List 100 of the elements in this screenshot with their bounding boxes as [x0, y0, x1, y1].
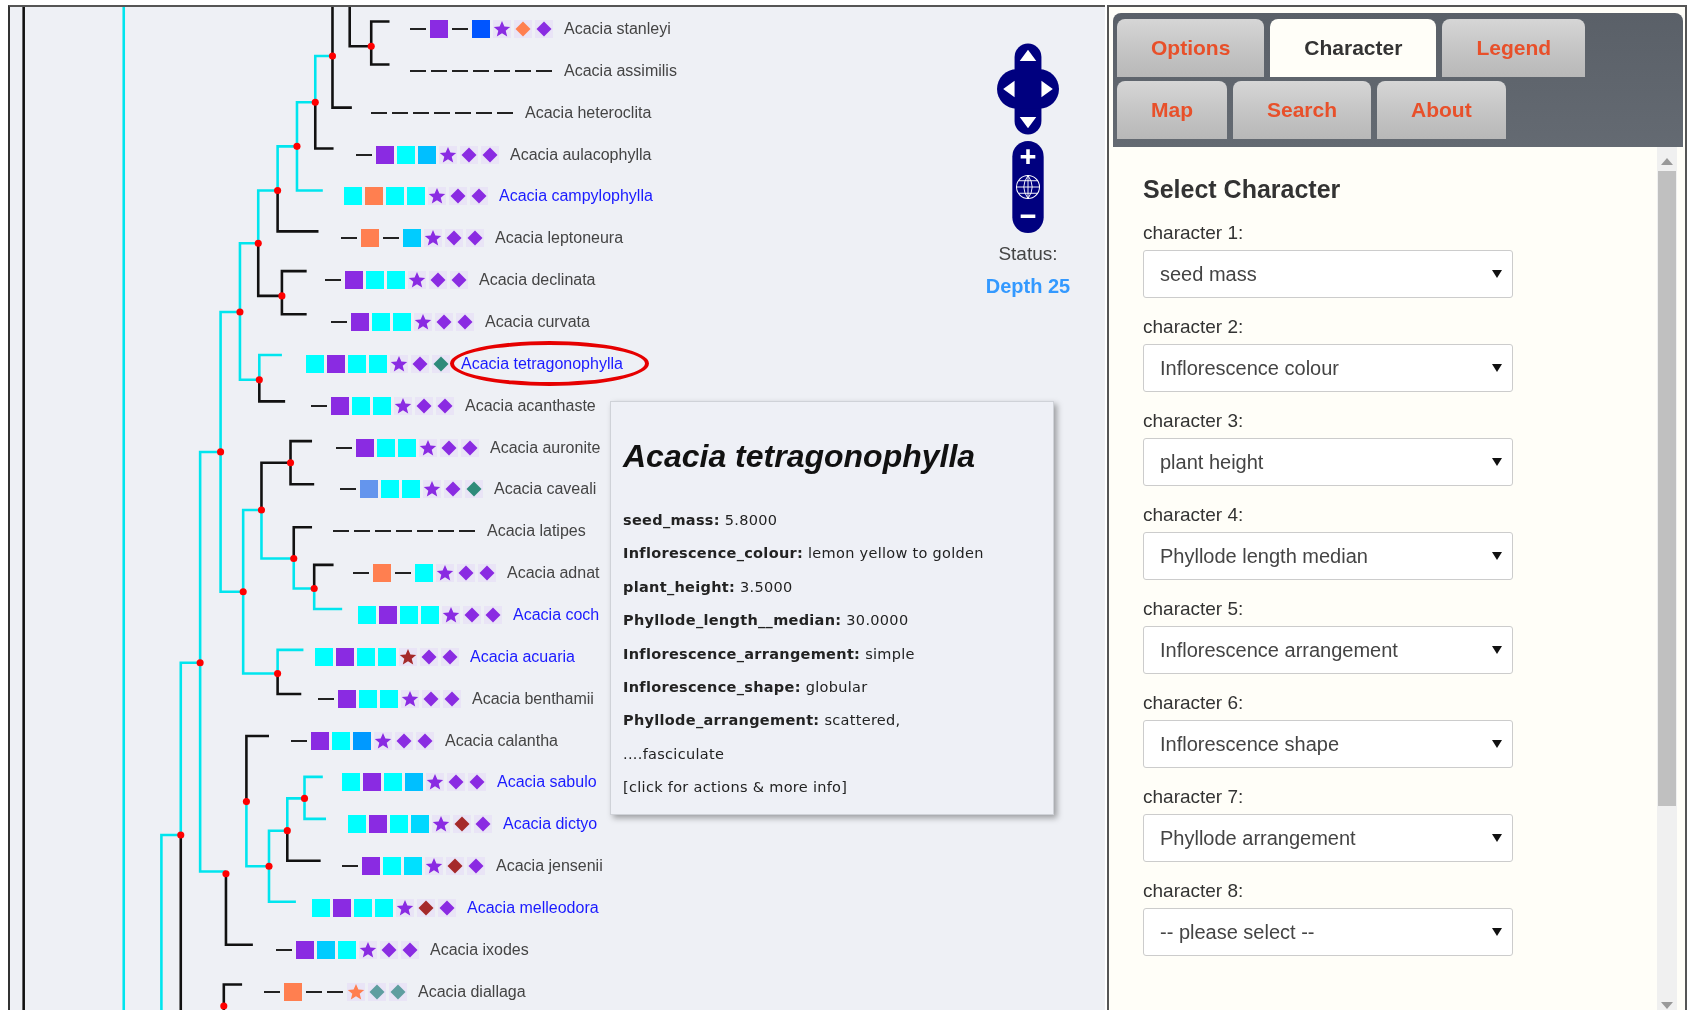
species-name: Acacia aulacophylla [510, 144, 652, 165]
missing-dash [311, 404, 327, 407]
tree-branch [369, 20, 390, 66]
node-dot[interactable] [196, 659, 204, 667]
node-dot[interactable] [311, 98, 319, 106]
missing-dash [431, 69, 447, 72]
missing-dash [438, 530, 454, 533]
dropdown-arrow-icon [1492, 834, 1502, 842]
field-label: character 7: [1143, 786, 1245, 808]
node-dot[interactable] [257, 506, 265, 514]
missing-dash [291, 739, 307, 742]
node-dot[interactable] [217, 448, 225, 456]
species-link[interactable]: Acacia tetragonophylla [461, 353, 623, 374]
missing-dash [452, 69, 468, 72]
character-dropdown[interactable]: Inflorescence arrangement [1143, 626, 1513, 674]
node-dot[interactable] [283, 827, 291, 835]
character-dropdown[interactable]: -- please select -- [1143, 908, 1513, 956]
field-label: character 3: [1143, 410, 1245, 432]
field-label: character 6: [1143, 692, 1245, 714]
dropdown-arrow-icon [1492, 552, 1502, 560]
scrollbar[interactable] [1657, 147, 1677, 1010]
species-link[interactable]: Acacia dictyo [503, 814, 598, 835]
field-label: character 2: [1143, 316, 1245, 338]
node-dot[interactable] [236, 308, 244, 316]
species-link[interactable]: Acacia melleodora [467, 897, 599, 918]
species-name: Acacia caveali [494, 479, 597, 500]
species-name: Acacia declinata [479, 270, 596, 291]
species-name: Acacia adnat [507, 563, 600, 584]
character-dropdown[interactable]: Inflorescence colour [1143, 344, 1513, 392]
scroll-thumb[interactable] [1658, 171, 1676, 806]
missing-dash [375, 530, 391, 533]
node-dot[interactable] [328, 52, 337, 60]
character-dropdown[interactable]: Phyllode length median [1143, 532, 1513, 580]
node-dot[interactable] [254, 239, 262, 247]
missing-dash [341, 237, 357, 240]
node-dot[interactable] [274, 670, 282, 678]
missing-dash [336, 446, 352, 449]
node-dot[interactable] [222, 870, 230, 878]
attribute-line: Inflorescence_shape: globular [623, 677, 868, 698]
zoom-control[interactable] [1012, 141, 1044, 233]
attribute-line: plant_height: 3.5000 [623, 577, 793, 598]
tree-branch [303, 775, 328, 821]
tooltip-card[interactable] [610, 401, 1054, 815]
species-link[interactable]: Acacia acuaria [470, 646, 575, 667]
dropdown-arrow-icon [1492, 270, 1502, 278]
attribute-line: Inflorescence_colour: lemon yellow to golden [623, 544, 984, 564]
field-label: character 8: [1143, 880, 1245, 902]
species-name: Acacia auronite [490, 437, 601, 458]
missing-dash [410, 27, 426, 30]
species-link[interactable]: Acacia campylophylla [499, 186, 653, 207]
tab[interactable]: Character [1270, 19, 1437, 77]
node-dot[interactable] [274, 186, 282, 194]
node-dot[interactable] [255, 376, 263, 384]
missing-dash [327, 990, 343, 993]
dropdown-arrow-icon [1492, 646, 1502, 654]
node-dot[interactable] [239, 588, 247, 596]
node-dot[interactable] [286, 459, 295, 467]
missing-dash [318, 697, 334, 700]
node-dot[interactable] [242, 798, 250, 806]
dropdown-arrow-icon [1492, 740, 1502, 748]
missing-dash [371, 111, 387, 114]
species-link[interactable]: Acacia coch [513, 604, 600, 625]
missing-dash [434, 111, 450, 114]
node-dot[interactable] [310, 585, 318, 593]
missing-dash [342, 865, 358, 868]
node-dot[interactable] [367, 42, 375, 50]
attribute-line: Phyllode_arrangement: scattered, [623, 711, 901, 731]
missing-dash [413, 111, 429, 114]
tooltip-hint: [click for actions & more info] [623, 778, 848, 798]
attribute-line: ....fasciculate [623, 744, 725, 764]
node-dot[interactable] [265, 862, 273, 870]
character-dropdown[interactable]: Inflorescence shape [1143, 720, 1513, 768]
missing-dash [455, 111, 471, 114]
missing-dash [476, 111, 492, 114]
species-name: Acacia benthamii [472, 688, 594, 709]
dropdown-arrow-icon [1492, 928, 1502, 936]
dropdown-arrow-icon [1492, 364, 1502, 372]
missing-dash [392, 111, 408, 114]
node-dot[interactable] [293, 142, 301, 150]
missing-dash [395, 572, 411, 575]
missing-dash [276, 948, 292, 951]
node-dot[interactable] [278, 292, 286, 300]
missing-dash [306, 990, 322, 993]
node-dot[interactable] [177, 831, 185, 839]
species-link[interactable]: Acacia sabulo [497, 772, 597, 793]
species-name: Acacia leptoneura [495, 228, 624, 249]
node-dot[interactable] [300, 794, 309, 802]
status-label: Status: [998, 243, 1058, 265]
missing-dash [333, 530, 349, 533]
species-name: Acacia acanthaste [465, 395, 596, 416]
node-dot[interactable] [290, 554, 298, 562]
character-dropdown[interactable]: seed mass [1143, 250, 1513, 298]
character-dropdown[interactable]: plant height [1143, 438, 1513, 486]
species-name: Acacia stanleyi [564, 18, 671, 39]
species-name: Acacia diallaga [418, 981, 526, 1002]
attribute-line: seed_mass: 5.8000 [623, 511, 778, 531]
missing-dash [354, 530, 370, 533]
character-dropdown[interactable]: Phyllode arrangement [1143, 814, 1513, 862]
pan-control[interactable] [997, 43, 1059, 135]
node-dot[interactable] [220, 1002, 228, 1010]
